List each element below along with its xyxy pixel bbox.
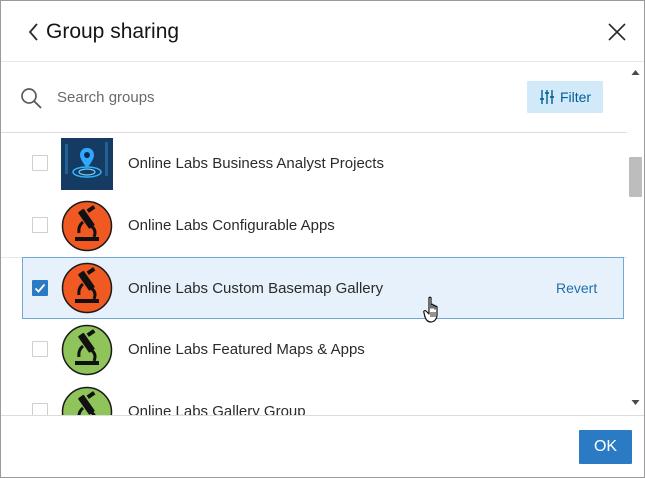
back-button[interactable] — [23, 20, 45, 44]
search-input[interactable] — [51, 82, 463, 112]
revert-link[interactable]: Revert — [556, 280, 597, 296]
group-list: Online Labs Business Analyst Projects On… — [1, 133, 627, 415]
close-button[interactable] — [604, 19, 630, 45]
business-analyst-thumbnail — [61, 138, 113, 190]
checkmark-icon — [34, 283, 46, 293]
list-item[interactable]: Online Labs Configurable Apps — [1, 195, 627, 258]
group-checkbox-checked[interactable] — [32, 280, 48, 296]
group-name: Online Labs Featured Maps & Apps — [128, 341, 365, 358]
group-name: Online Labs Custom Basemap Gallery — [128, 280, 384, 297]
group-checkbox[interactable] — [32, 217, 48, 233]
microscope-green-icon — [61, 386, 113, 415]
group-name: Online Labs Business Analyst Projects — [128, 155, 384, 172]
group-name: Online Labs Configurable Apps — [128, 217, 335, 234]
chevron-left-icon — [28, 23, 38, 41]
close-icon — [608, 23, 626, 41]
group-checkbox[interactable] — [32, 341, 48, 357]
list-item[interactable]: Online Labs Featured Maps & Apps — [1, 319, 627, 382]
filter-label: Filter — [559, 89, 592, 105]
list-scrollbar[interactable] — [627, 62, 644, 415]
scroll-down-button[interactable] — [627, 395, 644, 411]
microscope-green-icon — [61, 324, 113, 376]
list-item[interactable]: Online Labs Gallery Group — [1, 381, 627, 415]
ok-button[interactable]: OK — [579, 430, 632, 464]
list-item[interactable]: Online Labs Business Analyst Projects — [1, 133, 627, 196]
group-checkbox[interactable] — [32, 155, 48, 171]
sliders-icon — [539, 90, 554, 104]
dialog-title: Group sharing — [46, 20, 180, 43]
group-sharing-dialog: Group sharing Filter — [0, 0, 645, 478]
scroll-up-button[interactable] — [627, 64, 644, 80]
triangle-up-icon — [631, 70, 640, 75]
filter-button[interactable]: Filter — [527, 81, 603, 113]
group-checkbox[interactable] — [32, 403, 48, 415]
group-name: Online Labs Gallery Group — [128, 403, 306, 415]
dialog-header: Group sharing — [1, 1, 644, 62]
search-bar: Filter — [1, 62, 627, 133]
dialog-footer: OK — [1, 415, 644, 477]
search-icon — [21, 88, 42, 109]
microscope-orange-icon — [61, 200, 113, 252]
triangle-down-icon — [631, 400, 640, 405]
scroll-thumb[interactable] — [629, 157, 642, 197]
list-item-selected[interactable]: Online Labs Custom Basemap Gallery Rever… — [22, 257, 624, 319]
microscope-orange-icon — [61, 262, 113, 314]
